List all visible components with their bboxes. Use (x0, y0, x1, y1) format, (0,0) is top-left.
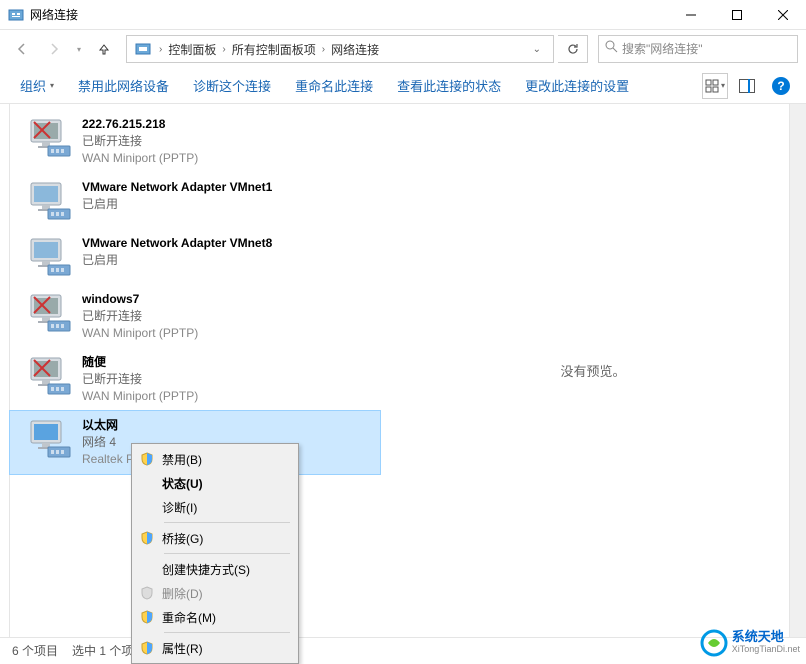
titlebar: 网络连接 (0, 0, 806, 30)
connection-status: 已断开连接 (82, 308, 198, 325)
search-icon (605, 40, 618, 58)
window-icon (8, 7, 24, 23)
addressbar: ▾ › 控制面板 › 所有控制面板项 › 网络连接 ⌄ (0, 30, 806, 68)
connection-name: VMware Network Adapter VMnet8 (82, 235, 272, 252)
forward-button[interactable] (40, 35, 68, 63)
search-input[interactable] (622, 42, 791, 56)
view-status-button[interactable]: 查看此连接的状态 (387, 72, 511, 99)
item-count: 6 个项目 (12, 642, 58, 659)
ctx-diagnose[interactable]: 诊断(I) (134, 495, 296, 519)
view-options-button[interactable]: ▾ (702, 73, 728, 99)
shield-icon (138, 610, 156, 624)
organize-button[interactable]: 组织▾ (10, 72, 64, 99)
refresh-button[interactable] (558, 35, 588, 63)
chevron-right-icon[interactable]: › (322, 44, 325, 55)
connection-status: 已启用 (82, 196, 272, 213)
path-icon (135, 41, 151, 57)
content-area: 222.76.215.218 已断开连接 WAN Miniport (PPTP)… (0, 104, 806, 637)
rename-button[interactable]: 重命名此连接 (285, 72, 383, 99)
connection-device: WAN Miniport (PPTP) (82, 325, 198, 342)
close-button[interactable] (760, 0, 806, 30)
preview-pane: 没有预览。 (380, 104, 806, 637)
connection-name: windows7 (82, 291, 198, 308)
shield-icon (138, 452, 156, 466)
selected-count: 选中 1 个项 (72, 642, 133, 659)
shield-icon (138, 531, 156, 545)
network-adapter-icon (28, 354, 72, 398)
connection-status: 已启用 (82, 252, 272, 269)
diagnose-button[interactable]: 诊断这个连接 (183, 72, 281, 99)
ctx-disable[interactable]: 禁用(B) (134, 447, 296, 471)
path-dropdown[interactable]: ⌄ (525, 44, 549, 55)
network-adapter-icon (28, 116, 72, 160)
ctx-separator (164, 522, 290, 523)
connection-info: 222.76.215.218 已断开连接 WAN Miniport (PPTP) (82, 116, 198, 167)
connection-info: windows7 已断开连接 WAN Miniport (PPTP) (82, 291, 198, 342)
connection-item[interactable]: VMware Network Adapter VMnet8 已启用 (10, 229, 380, 285)
statusbar: 6 个项目 选中 1 个项 (0, 637, 806, 663)
address-path[interactable]: › 控制面板 › 所有控制面板项 › 网络连接 ⌄ (126, 35, 554, 63)
ctx-properties[interactable]: 属性(R) (134, 636, 296, 660)
toolbar: 组织▾ 禁用此网络设备 诊断这个连接 重命名此连接 查看此连接的状态 更改此连接… (0, 68, 806, 104)
ctx-bridge[interactable]: 桥接(G) (134, 526, 296, 550)
preview-pane-button[interactable] (732, 73, 762, 99)
network-adapter-icon (28, 235, 72, 279)
window-title: 网络连接 (30, 6, 668, 23)
connection-name: 222.76.215.218 (82, 116, 198, 133)
scrollbar[interactable] (789, 104, 806, 637)
up-button[interactable] (90, 35, 118, 63)
connection-name: VMware Network Adapter VMnet1 (82, 179, 272, 196)
connection-info: VMware Network Adapter VMnet1 已启用 (82, 179, 272, 213)
connection-name: 以太网 (82, 417, 146, 434)
no-preview-text: 没有预览。 (560, 361, 625, 380)
chevron-right-icon[interactable]: › (222, 44, 225, 55)
network-adapter-icon (28, 179, 72, 223)
chevron-right-icon[interactable]: › (159, 44, 162, 55)
breadcrumb-item[interactable]: 控制面板 (166, 41, 218, 58)
shield-icon (138, 641, 156, 655)
breadcrumb-item[interactable]: 所有控制面板项 (230, 41, 318, 58)
connection-name: 随便 (82, 354, 198, 371)
connection-item[interactable]: windows7 已断开连接 WAN Miniport (PPTP) (10, 285, 380, 348)
connection-info: VMware Network Adapter VMnet8 已启用 (82, 235, 272, 269)
watermark-logo-icon (700, 629, 728, 657)
search-box[interactable] (598, 35, 798, 63)
connection-item[interactable]: 随便 已断开连接 WAN Miniport (PPTP) (10, 348, 380, 411)
ctx-status[interactable]: 状态(U) (134, 471, 296, 495)
network-adapter-icon (28, 291, 72, 335)
ctx-rename[interactable]: 重命名(M) (134, 605, 296, 629)
watermark: 系统天地 XiTongTianDi.net (700, 629, 800, 657)
shield-icon (138, 586, 156, 600)
minimize-button[interactable] (668, 0, 714, 30)
help-icon: ? (772, 77, 790, 95)
connection-info: 随便 已断开连接 WAN Miniport (PPTP) (82, 354, 198, 405)
history-dropdown[interactable]: ▾ (72, 35, 86, 63)
connection-item[interactable]: 222.76.215.218 已断开连接 WAN Miniport (PPTP) (10, 110, 380, 173)
connection-status: 已断开连接 (82, 133, 198, 150)
context-menu: 禁用(B) 状态(U) 诊断(I) 桥接(G) 创建快捷方式(S) 删除(D) … (131, 443, 299, 664)
change-settings-button[interactable]: 更改此连接的设置 (515, 72, 639, 99)
ctx-delete: 删除(D) (134, 581, 296, 605)
connection-device: WAN Miniport (PPTP) (82, 150, 198, 167)
back-button[interactable] (8, 35, 36, 63)
connection-item[interactable]: VMware Network Adapter VMnet1 已启用 (10, 173, 380, 229)
ctx-shortcut[interactable]: 创建快捷方式(S) (134, 557, 296, 581)
network-adapter-icon (28, 417, 72, 461)
ctx-separator (164, 632, 290, 633)
connection-status: 已断开连接 (82, 371, 198, 388)
connection-device: WAN Miniport (PPTP) (82, 388, 198, 405)
nav-pane-collapsed[interactable] (0, 104, 10, 637)
breadcrumb-item[interactable]: 网络连接 (329, 41, 381, 58)
maximize-button[interactable] (714, 0, 760, 30)
help-button[interactable]: ? (766, 73, 796, 99)
disable-device-button[interactable]: 禁用此网络设备 (68, 72, 179, 99)
ctx-separator (164, 553, 290, 554)
